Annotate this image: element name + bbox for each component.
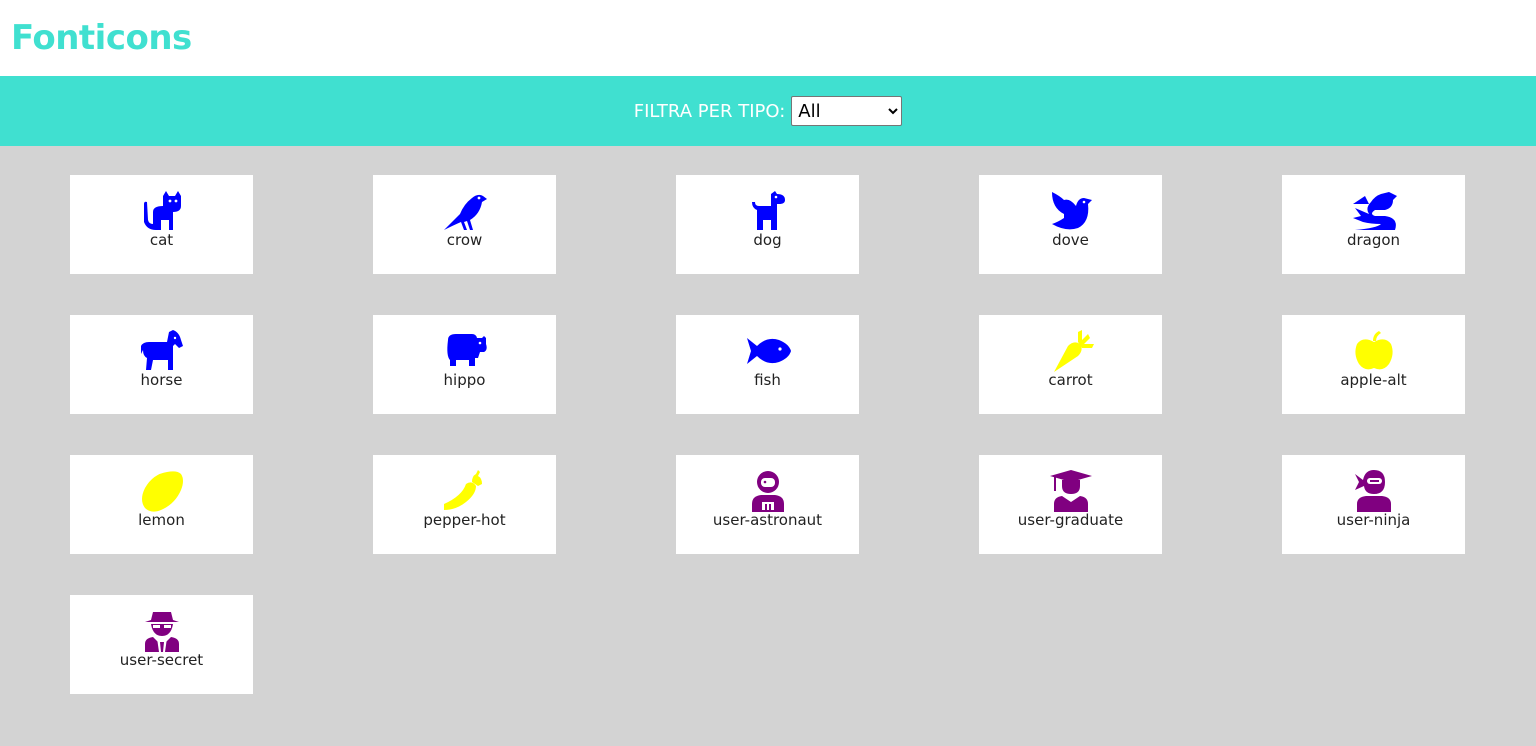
type-filter-select[interactable]: All [791, 96, 903, 126]
hippo-icon [442, 330, 488, 372]
crow-icon [442, 190, 488, 232]
icon-card: hippo [373, 315, 556, 414]
icon-card: cat [70, 175, 253, 274]
graduate-icon [1048, 470, 1094, 512]
icon-name: horse [140, 371, 183, 389]
icon-card: horse [70, 315, 253, 414]
dove-icon [1048, 190, 1094, 232]
secret-icon [139, 610, 185, 652]
cat-icon [139, 190, 185, 232]
icon-card: fish [676, 315, 859, 414]
icon-card: dragon [1282, 175, 1465, 274]
icon-card: user-astronaut [676, 455, 859, 554]
icon-card: lemon [70, 455, 253, 554]
icon-name: lemon [138, 511, 185, 529]
horse-icon [139, 330, 185, 372]
icon-name: crow [446, 231, 483, 249]
lemon-icon [139, 470, 185, 512]
icon-name: dragon [1346, 231, 1401, 249]
icon-grid: cat crow dog dove dragon horse hippo fis… [0, 146, 1536, 746]
dragon-icon [1351, 190, 1397, 232]
carrot-icon [1048, 330, 1094, 372]
page-title: Fonticons [11, 18, 192, 58]
fish-icon [745, 330, 791, 372]
apple-icon [1351, 330, 1397, 372]
icon-name: cat [149, 231, 174, 249]
icon-name: pepper-hot [423, 511, 506, 529]
icon-card: apple-alt [1282, 315, 1465, 414]
icon-card: pepper-hot [373, 455, 556, 554]
icon-name: carrot [1048, 371, 1093, 389]
page-header: Fonticons [0, 0, 1536, 76]
icon-name: user-graduate [1017, 511, 1124, 529]
filter-bar: FILTRA PER TIPO: All [0, 76, 1536, 146]
icon-name: apple-alt [1340, 371, 1407, 389]
icon-card: dove [979, 175, 1162, 274]
ninja-icon [1351, 470, 1397, 512]
icon-card: dog [676, 175, 859, 274]
pepper-icon [442, 470, 488, 512]
icon-name: dove [1052, 231, 1089, 249]
icon-card: carrot [979, 315, 1162, 414]
icon-name: hippo [443, 371, 486, 389]
icon-name: dog [753, 231, 782, 249]
filter-label: FILTRA PER TIPO: [633, 100, 786, 122]
dog-icon [745, 190, 791, 232]
astronaut-icon [745, 470, 791, 512]
icon-name: fish [754, 371, 781, 389]
icon-card: crow [373, 175, 556, 274]
icon-card: user-graduate [979, 455, 1162, 554]
icon-name: user-secret [119, 651, 204, 669]
icon-name: user-astronaut [712, 511, 823, 529]
icon-card: user-secret [70, 595, 253, 694]
icon-card: user-ninja [1282, 455, 1465, 554]
icon-name: user-ninja [1336, 511, 1411, 529]
